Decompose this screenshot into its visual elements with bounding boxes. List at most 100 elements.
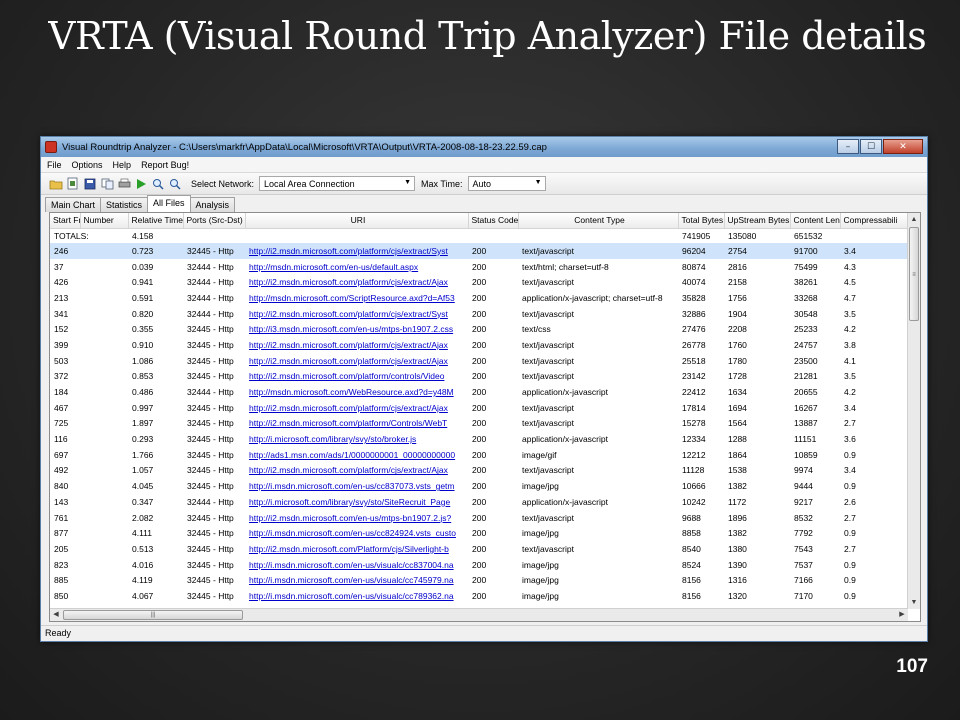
uri-link[interactable]: http://i2.msdn.microsoft.com/platform/co… bbox=[245, 369, 468, 385]
column-header[interactable]: Ports (Src-Dst) bbox=[183, 213, 246, 229]
menu-file[interactable]: File bbox=[47, 160, 62, 170]
table-row[interactable]: 37 0.039 32444 - Http http://msdn.microsoft… bbox=[50, 259, 908, 275]
table-row[interactable]: 116 0.293 32445 - Http http://i.microsoft.c… bbox=[50, 431, 908, 447]
table-cell: 2816 bbox=[728, 261, 747, 272]
uri-link[interactable]: http://i.msdn.microsoft.com/en-us/cc8249… bbox=[245, 525, 468, 541]
column-header[interactable]: URI bbox=[245, 213, 469, 229]
uri-link[interactable]: http://i.msdn.microsoft.com/en-us/visual… bbox=[245, 588, 468, 604]
column-header[interactable]: Relative Time bbox=[128, 213, 184, 229]
tab-analysis[interactable]: Analysis bbox=[189, 197, 236, 212]
table-row[interactable]: 341 0.820 32444 - Http http://i2.msdn.micro… bbox=[50, 306, 908, 322]
uri-link[interactable]: http://i2.msdn.microsoft.com/platform/cj… bbox=[245, 337, 468, 353]
uri-link[interactable]: http://msdn.microsoft.com/en-us/default.… bbox=[245, 259, 468, 275]
scroll-left-icon[interactable]: ◀ bbox=[50, 609, 62, 621]
table-row[interactable]: 246 0.723 32445 - Http http://i2.msdn.micro… bbox=[50, 243, 908, 259]
column-header[interactable]: Start Frame bbox=[50, 213, 81, 229]
zoom-in-icon[interactable] bbox=[151, 177, 165, 191]
max-time-select[interactable]: Auto ▼ bbox=[467, 176, 546, 191]
uri-link[interactable]: http://msdn.microsoft.com/WebResource.ax… bbox=[245, 384, 468, 400]
open-folder-icon[interactable] bbox=[49, 177, 63, 191]
uri-link[interactable]: http://i2.msdn.microsoft.com/platform/cj… bbox=[245, 243, 468, 259]
table-row[interactable]: 877 4.111 32445 - Http http://i.msdn.micros… bbox=[50, 525, 908, 541]
horizontal-scroll-thumb[interactable]: ||| bbox=[63, 610, 243, 620]
table-row[interactable]: 725 1.897 32445 - Http http://i2.msdn.micro… bbox=[50, 416, 908, 432]
uri-link[interactable]: http://i.msdn.microsoft.com/en-us/visual… bbox=[245, 572, 468, 588]
table-row[interactable]: 697 1.766 32445 - Http http://ads1.msn.com/… bbox=[50, 447, 908, 463]
table-row[interactable]: 143 0.347 32444 - Http http://i.microsoft.c… bbox=[50, 494, 908, 510]
copy-icon[interactable] bbox=[100, 177, 114, 191]
column-header[interactable]: Status Code bbox=[468, 213, 519, 229]
menu-help[interactable]: Help bbox=[113, 160, 132, 170]
tab-statistics[interactable]: Statistics bbox=[100, 197, 149, 212]
uri-link[interactable]: http://ads1.msn.com/ads/1/0000000001_000… bbox=[245, 447, 468, 463]
table-cell: 4.067 bbox=[132, 590, 154, 601]
column-header[interactable]: Content Type bbox=[518, 213, 679, 229]
zoom-out-icon[interactable] bbox=[168, 177, 182, 191]
table-cell: 32444 - Http bbox=[187, 277, 234, 288]
save-icon[interactable] bbox=[83, 177, 97, 191]
vertical-scroll-thumb[interactable]: ≡ bbox=[909, 227, 919, 321]
uri-link[interactable]: http://i2.msdn.microsoft.com/platform/Co… bbox=[245, 416, 468, 432]
tab-all-files[interactable]: All Files bbox=[147, 195, 191, 212]
table-cell: 0.486 bbox=[132, 387, 154, 398]
table-row[interactable]: 426 0.941 32444 - Http http://i2.msdn.micro… bbox=[50, 274, 908, 290]
table-row[interactable]: 372 0.853 32445 - Http http://i2.msdn.micro… bbox=[50, 369, 908, 385]
table-row[interactable]: 885 4.119 32445 - Http http://i.msdn.micros… bbox=[50, 572, 908, 588]
table-cell: 200 bbox=[472, 418, 487, 429]
minimize-button[interactable]: – bbox=[837, 139, 859, 154]
scroll-down-icon[interactable]: ▼ bbox=[908, 596, 920, 609]
column-header[interactable]: Total Bytes bbox=[678, 213, 725, 229]
uri-link[interactable]: http://i.msdn.microsoft.com/en-us/visual… bbox=[245, 557, 468, 573]
close-button[interactable]: ✕ bbox=[883, 139, 923, 154]
table-row[interactable]: 399 0.910 32445 - Http http://i2.msdn.micro… bbox=[50, 337, 908, 353]
table-cell: 20655 bbox=[794, 387, 818, 398]
print-icon[interactable] bbox=[117, 177, 131, 191]
column-header[interactable]: UpStream Bytes bbox=[724, 213, 791, 229]
uri-link[interactable]: http://i2.msdn.microsoft.com/platform/cj… bbox=[245, 353, 468, 369]
table-cell: 0.853 bbox=[132, 371, 154, 382]
tab-main-chart[interactable]: Main Chart bbox=[45, 197, 102, 212]
table-row[interactable]: 184 0.486 32444 - Http http://msdn.microsof… bbox=[50, 384, 908, 400]
uri-link[interactable]: http://i.microsoft.com/library/svy/sto/b… bbox=[245, 431, 468, 447]
uri-link[interactable]: http://i.microsoft.com/library/svy/sto/S… bbox=[245, 494, 468, 510]
table-row[interactable]: 213 0.591 32444 - Http http://msdn.microsof… bbox=[50, 290, 908, 306]
menu-options[interactable]: Options bbox=[72, 160, 103, 170]
scroll-right-icon[interactable]: ▶ bbox=[896, 609, 908, 621]
table-row[interactable]: 503 1.086 32445 - Http http://i2.msdn.micro… bbox=[50, 353, 908, 369]
table-row[interactable]: 492 1.057 32445 - Http http://i2.msdn.micro… bbox=[50, 463, 908, 479]
table-cell: 9217 bbox=[794, 496, 813, 507]
column-header[interactable]: Compressabili bbox=[840, 213, 909, 229]
scroll-up-icon[interactable]: ▲ bbox=[908, 213, 920, 226]
uri-link[interactable]: http://i3.msdn.microsoft.com/en-us/mtps-… bbox=[245, 321, 468, 337]
uri-link[interactable]: http://i2.msdn.microsoft.com/platform/cj… bbox=[245, 463, 468, 479]
table-cell: 200 bbox=[472, 355, 487, 366]
table-row[interactable]: 823 4.016 32445 - Http http://i.msdn.micros… bbox=[50, 557, 908, 573]
table-row[interactable]: 152 0.355 32445 - Http http://i3.msdn.micro… bbox=[50, 321, 908, 337]
uri-link[interactable]: http://i2.msdn.microsoft.com/platform/cj… bbox=[245, 400, 468, 416]
uri-link[interactable]: http://i.msdn.microsoft.com/en-us/cc8370… bbox=[245, 478, 468, 494]
column-header[interactable]: Content Len bbox=[790, 213, 841, 229]
table-row[interactable]: 467 0.997 32445 - Http http://i2.msdn.micro… bbox=[50, 400, 908, 416]
uri-link[interactable]: http://i2.msdn.microsoft.com/platform/cj… bbox=[245, 306, 468, 322]
network-select[interactable]: Local Area Connection ▼ bbox=[259, 176, 416, 191]
table-row[interactable]: 205 0.513 32445 - Http http://i2.msdn.micro… bbox=[50, 541, 908, 557]
menu-report-bug[interactable]: Report Bug! bbox=[141, 160, 189, 170]
vertical-scrollbar[interactable]: ▲ ≡ ▼ bbox=[907, 213, 920, 609]
uri-link[interactable]: http://i2.msdn.microsoft.com/en-us/mtps-… bbox=[245, 510, 468, 526]
table-row[interactable]: 850 4.067 32445 - Http http://i.msdn.micros… bbox=[50, 588, 908, 604]
maximize-button[interactable]: ☐ bbox=[860, 139, 882, 154]
play-icon[interactable] bbox=[134, 177, 148, 191]
uri-link[interactable]: http://i2.msdn.microsoft.com/platform/cj… bbox=[245, 274, 468, 290]
table-cell: 0.293 bbox=[132, 434, 154, 445]
open-file-icon[interactable] bbox=[66, 177, 80, 191]
column-header[interactable]: Number bbox=[80, 213, 129, 229]
table-cell: 21281 bbox=[794, 371, 818, 382]
uri-link[interactable]: http://msdn.microsoft.com/ScriptResource… bbox=[245, 290, 468, 306]
table-cell: 200 bbox=[472, 512, 487, 523]
uri-link[interactable]: http://i2.msdn.microsoft.com/Platform/cj… bbox=[245, 541, 468, 557]
title-bar[interactable]: Visual Roundtrip Analyzer - C:\Users\mar… bbox=[41, 137, 927, 157]
max-time-label: Max Time: bbox=[421, 178, 463, 189]
horizontal-scrollbar[interactable]: ◀ ||| ▶ bbox=[50, 608, 908, 621]
table-row[interactable]: 840 4.045 32445 - Http http://i.msdn.micros… bbox=[50, 478, 908, 494]
table-row[interactable]: 761 2.082 32445 - Http http://i2.msdn.micro… bbox=[50, 510, 908, 526]
